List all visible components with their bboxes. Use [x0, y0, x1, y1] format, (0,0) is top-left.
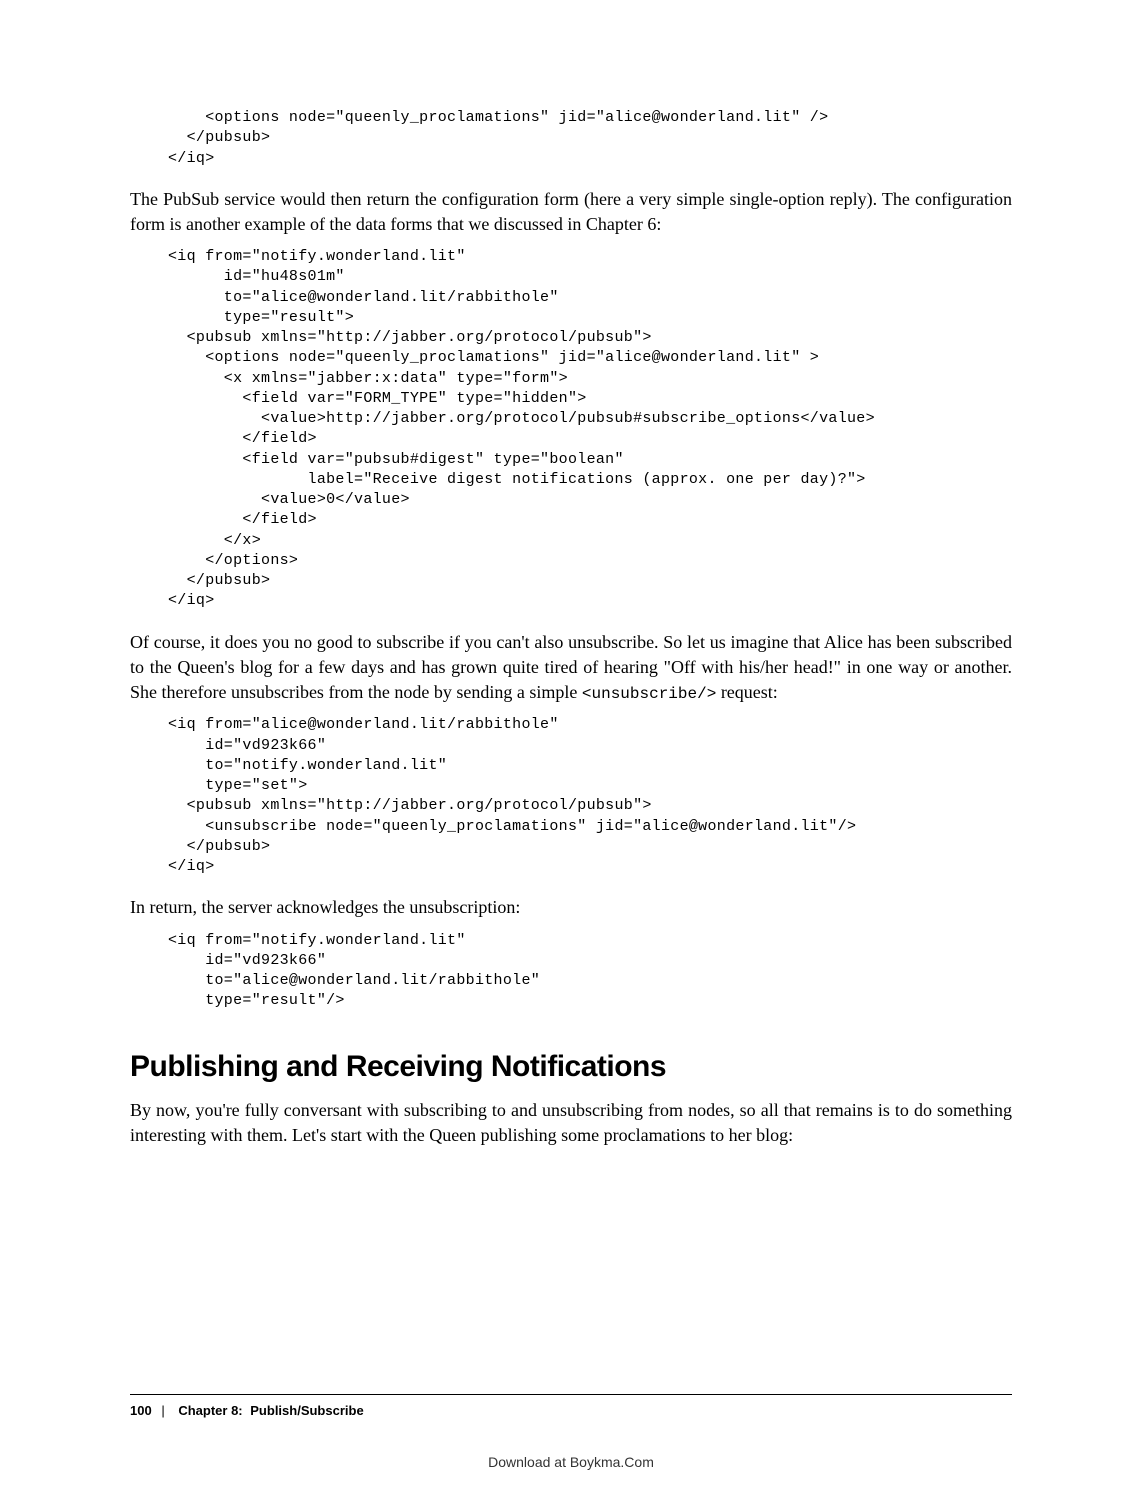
section-heading: Publishing and Receiving Notifications: [130, 1050, 1012, 1084]
para2-text-b: request:: [716, 682, 777, 702]
paragraph-3: In return, the server acknowledges the u…: [130, 895, 1012, 920]
footer-separator: |: [161, 1403, 164, 1418]
inline-code-unsubscribe: <unsubscribe/>: [582, 685, 716, 703]
code-block-4: <iq from="notify.wonderland.lit" id="vd9…: [168, 931, 1012, 1012]
paragraph-2: Of course, it does you no good to subscr…: [130, 630, 1012, 706]
paragraph-1: The PubSub service would then return the…: [130, 187, 1012, 237]
code-block-3: <iq from="alice@wonderland.lit/rabbithol…: [168, 715, 1012, 877]
chapter-label: Chapter 8:: [178, 1403, 242, 1418]
code-block-1: <options node="queenly_proclamations" ji…: [168, 108, 1012, 169]
page-footer: 100 | Chapter 8: Publish/Subscribe: [130, 1394, 1012, 1418]
download-watermark: Download at Boykma.Com: [0, 1454, 1142, 1470]
chapter-title: Publish/Subscribe: [250, 1403, 363, 1418]
para2-text-a: Of course, it does you no good to subscr…: [130, 632, 1012, 702]
paragraph-4: By now, you're fully conversant with sub…: [130, 1098, 1012, 1148]
page-number: 100: [130, 1403, 152, 1418]
code-block-2: <iq from="notify.wonderland.lit" id="hu4…: [168, 247, 1012, 612]
